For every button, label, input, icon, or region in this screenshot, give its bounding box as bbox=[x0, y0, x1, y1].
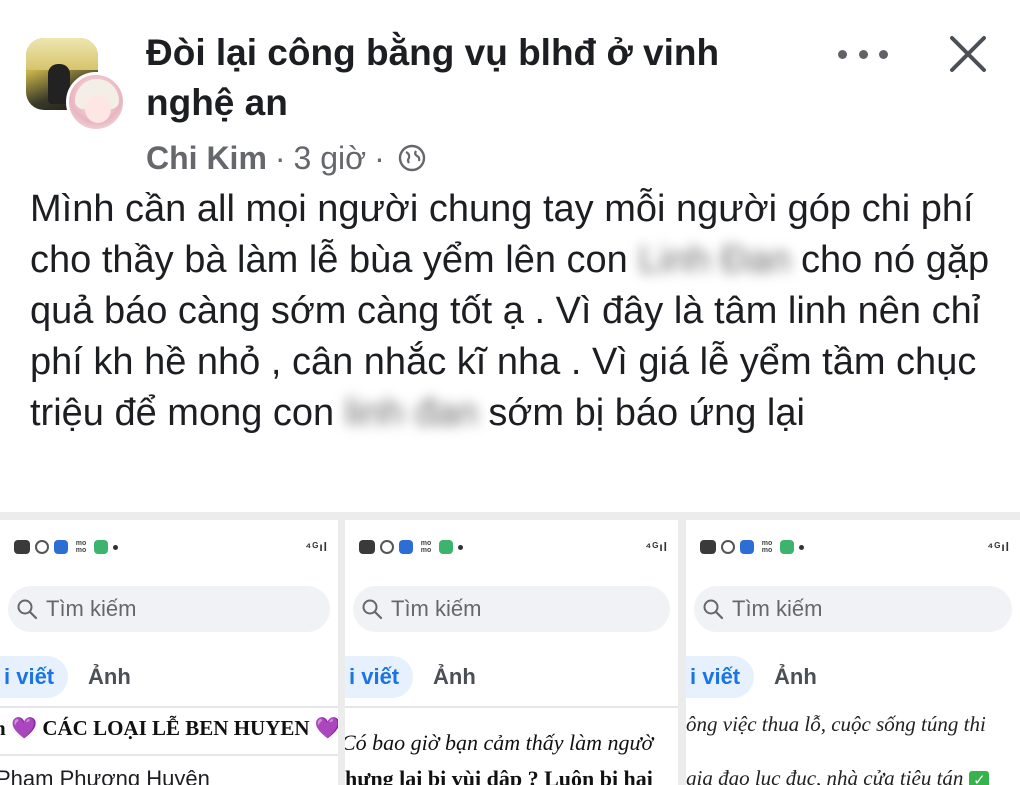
signal-icon: ⁴ᴳıl bbox=[305, 540, 328, 554]
post-avatar[interactable] bbox=[26, 38, 126, 134]
phone-status-bar: mo mo ⁴ᴳıl bbox=[0, 538, 338, 562]
check-mark-icon: ✓ bbox=[969, 771, 990, 785]
app-icon bbox=[399, 540, 413, 554]
post-headline: n 💜 CÁC LOẠI LỄ BEN HUYEN 💜 bbox=[0, 716, 338, 741]
tab-photos[interactable]: Ảnh bbox=[88, 656, 131, 698]
search-icon bbox=[362, 599, 383, 620]
headline-prefix: n bbox=[0, 716, 11, 740]
app-icon bbox=[94, 540, 108, 554]
post-text-line: gia đạo lục đục, nhà cửa tiêu tán ✓ bbox=[686, 766, 990, 785]
purple-heart-icon: 💜 bbox=[314, 716, 338, 740]
profile-tabs: i viết Ảnh bbox=[345, 652, 678, 702]
phone-status-bar: mo mo ⁴ᴳıl bbox=[686, 538, 1020, 562]
tab-photos[interactable]: Ảnh bbox=[774, 656, 817, 698]
divider bbox=[345, 706, 678, 708]
tab-posts[interactable]: i viết bbox=[686, 656, 755, 698]
post-text-line: hưng lại bị vùi dập ? Luôn bị hại bbox=[345, 766, 653, 785]
post-time[interactable]: 3 giờ bbox=[294, 138, 367, 178]
post-text: Mình cần all mọi người chung tay mỗi ngư… bbox=[30, 184, 1000, 439]
tab-photos[interactable]: Ảnh bbox=[433, 656, 476, 698]
blurred-name: linh đan bbox=[344, 392, 478, 434]
notification-dot-icon bbox=[799, 544, 804, 550]
screenshot-image-1[interactable]: momo ⁴ᴳıl Tìm kiếm i viết Ảnh n 💜 CÁC LO… bbox=[0, 520, 338, 785]
group-name[interactable]: Đòi lại công bằng vụ blhđ ở vinh nghệ an bbox=[146, 28, 796, 128]
screenshot-image-2[interactable]: mo mo ⁴ᴳıl Tìm kiếm i viết Ảnh Có bao giờ… bbox=[345, 520, 678, 785]
search-icon bbox=[17, 599, 38, 620]
blurred-name: Linh Đan bbox=[638, 239, 791, 281]
app-icon bbox=[439, 540, 453, 554]
signal-icon: ⁴ᴳıl bbox=[987, 540, 1010, 554]
notification-dot-icon bbox=[113, 544, 118, 550]
more-options-icon[interactable] bbox=[838, 36, 888, 72]
divider bbox=[0, 706, 338, 708]
meta-separator: · bbox=[374, 140, 385, 176]
app-icon bbox=[54, 540, 68, 554]
momo-icon: mo mo bbox=[761, 540, 773, 554]
search-placeholder: Tìm kiếm bbox=[732, 596, 823, 621]
tab-posts[interactable]: i viết bbox=[0, 656, 69, 698]
close-icon[interactable] bbox=[944, 30, 992, 78]
search-placeholder: Tìm kiếm bbox=[46, 596, 137, 621]
post-meta: Chi Kim · 3 giờ · bbox=[146, 138, 427, 178]
search-bar[interactable]: Tìm kiếm bbox=[8, 586, 330, 632]
attached-screenshots: momo ⁴ᴳıl Tìm kiếm i viết Ảnh n 💜 CÁC LO… bbox=[0, 512, 1020, 785]
profile-tabs: i viết Ảnh bbox=[0, 652, 338, 702]
screenshot-image-3[interactable]: mo mo ⁴ᴳıl Tìm kiếm i viết Ảnh ông việc t… bbox=[686, 520, 1020, 785]
signal-icon: ⁴ᴳıl bbox=[645, 540, 668, 554]
facebook-post: Đòi lại công bằng vụ blhđ ở vinh nghệ an… bbox=[0, 0, 1020, 512]
globe-icon bbox=[398, 144, 425, 172]
messenger-icon bbox=[721, 540, 735, 554]
divider bbox=[0, 754, 338, 756]
momo-icon: mo mo bbox=[75, 540, 87, 554]
search-bar[interactable]: Tìm kiếm bbox=[694, 586, 1012, 632]
app-icon bbox=[780, 540, 794, 554]
meta-separator: · bbox=[274, 140, 286, 176]
poster-name[interactable]: Phạm Phương Huyên bbox=[0, 766, 210, 785]
headline-text: CÁC LOẠI LỄ BEN HUYEN bbox=[37, 716, 315, 740]
momo-icon: mo mo bbox=[420, 540, 432, 554]
messenger-icon bbox=[35, 540, 49, 554]
purple-heart-icon: 💜 bbox=[10, 716, 38, 740]
phone-status-bar: mo mo ⁴ᴳıl bbox=[345, 538, 678, 562]
tab-posts[interactable]: i viết bbox=[345, 656, 414, 698]
zalo-icon bbox=[359, 540, 375, 554]
post-text-line-text: gia đạo lục đục, nhà cửa tiêu tán bbox=[686, 766, 964, 785]
search-placeholder: Tìm kiếm bbox=[391, 596, 482, 621]
author-name[interactable]: Chi Kim bbox=[146, 138, 267, 178]
zalo-icon bbox=[14, 540, 30, 554]
search-icon bbox=[703, 599, 724, 620]
profile-tabs: i viết Ảnh bbox=[686, 652, 1020, 702]
notification-dot-icon bbox=[458, 544, 463, 550]
zalo-icon bbox=[700, 540, 716, 554]
post-text-line: ông việc thua lỗ, cuộc sống túng thi bbox=[686, 712, 986, 736]
search-bar[interactable]: Tìm kiếm bbox=[353, 586, 670, 632]
messenger-icon bbox=[380, 540, 394, 554]
post-text-part: sớm bị báo ứng lại bbox=[477, 392, 805, 434]
app-icon bbox=[740, 540, 754, 554]
author-avatar[interactable] bbox=[66, 72, 126, 132]
post-text-line: Có bao giờ bạn cảm thấy làm ngườ bbox=[345, 730, 654, 755]
